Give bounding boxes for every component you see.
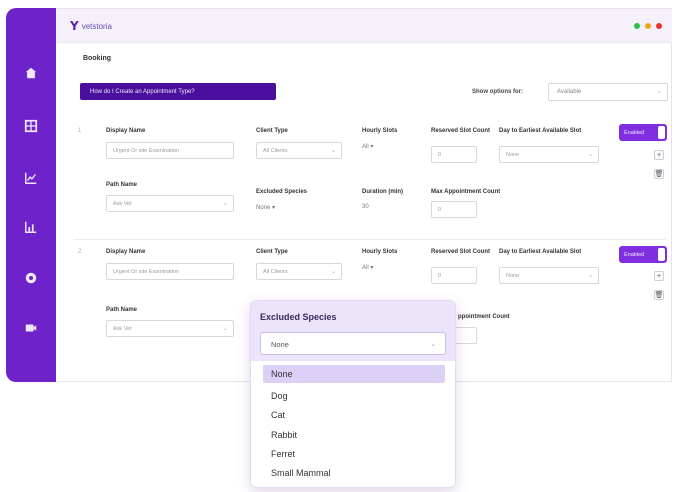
option-small-mammal[interactable]: Small Mammal	[263, 464, 443, 482]
client-type-label: Client Type	[256, 249, 288, 255]
delete-button[interactable]: 🗑	[654, 290, 664, 300]
option-cat[interactable]: Cat	[263, 406, 443, 424]
days-earliest-label: Day to Earliest Available Slot	[499, 249, 582, 255]
path-name-select[interactable]: Ask Vet ⌄	[106, 195, 234, 212]
dropdown-title: Excluded Species	[260, 312, 337, 322]
duration-label: Duration (min)	[362, 189, 403, 195]
toggle-knob	[658, 248, 665, 261]
row-number: 2	[78, 249, 82, 255]
show-options-label: Show options for:	[472, 89, 523, 95]
row-divider	[74, 239, 666, 240]
show-options-value: Available	[557, 89, 582, 95]
enabled-toggle[interactable]: Enabled	[619, 124, 667, 141]
red-dot[interactable]	[656, 23, 662, 29]
window-controls	[634, 23, 662, 29]
chevron-down-icon: ⌄	[222, 201, 228, 207]
client-type-select[interactable]: All Clients ⌄	[256, 263, 342, 280]
reserved-slot-label: Reserved Slot Count	[431, 128, 491, 134]
settings-icon[interactable]	[23, 270, 39, 286]
path-name-value: Ask Vet	[113, 326, 132, 332]
row-number: 1	[78, 128, 82, 134]
excluded-species-value[interactable]: None ▾	[256, 204, 275, 211]
max-appointment-label: Max Appointment Count	[431, 189, 501, 195]
hourly-slots-label: Hourly Slots	[362, 249, 398, 255]
grid-icon[interactable]	[23, 118, 39, 134]
max-appointment-label: ppointment Count	[458, 314, 510, 320]
chart-bar-icon[interactable]	[23, 219, 39, 235]
reserved-slot-input[interactable]: 0	[431, 146, 477, 163]
path-name-select[interactable]: Ask Vet ⌄	[106, 320, 234, 337]
excluded-species-dropdown: Excluded Species None ⌄ None Dog Cat Rab…	[250, 300, 456, 488]
client-type-value: All Clients	[263, 148, 288, 154]
client-type-label: Client Type	[256, 128, 288, 134]
logo-mark: Y	[70, 19, 79, 33]
yellow-dot[interactable]	[645, 23, 651, 29]
top-bar: Y vetstoria	[56, 9, 672, 43]
days-earliest-select[interactable]: None ⌄	[499, 267, 599, 284]
how-to-create-button[interactable]: How do I Create an Appointment Type?	[80, 83, 276, 100]
delete-button[interactable]: 🗑	[654, 169, 664, 179]
sidebar	[6, 8, 56, 382]
add-button[interactable]: +	[654, 150, 664, 160]
excluded-species-selected: None	[271, 340, 289, 349]
green-dot[interactable]	[634, 23, 640, 29]
option-none[interactable]: None	[263, 365, 445, 383]
display-name-input[interactable]: Urgent Or site Examination	[106, 142, 234, 159]
chevron-down-icon: ⌄	[430, 341, 436, 348]
path-name-label: Path Name	[106, 307, 138, 313]
show-options-select[interactable]: Available ⌄	[548, 83, 668, 101]
hourly-slots-label: Hourly Slots	[362, 128, 398, 134]
client-type-value: All Clients	[263, 269, 288, 275]
logo: Y vetstoria	[70, 19, 112, 33]
hourly-slots-value[interactable]: All ▾	[362, 264, 373, 271]
chevron-down-icon: ⌄	[330, 148, 336, 154]
path-name-value: Ask Vet	[113, 201, 132, 207]
chart-line-icon[interactable]	[23, 170, 39, 186]
duration-value[interactable]: 30	[362, 204, 369, 210]
option-rabbit[interactable]: Rabbit	[263, 426, 443, 444]
max-appointment-input[interactable]: 0	[431, 201, 477, 218]
chevron-down-icon: ⌄	[656, 89, 662, 95]
logo-text: vetstoria	[81, 21, 112, 31]
enabled-toggle[interactable]: Enabled	[619, 246, 667, 263]
client-type-select[interactable]: All Clients ⌄	[256, 142, 342, 159]
days-earliest-value: None	[506, 152, 520, 158]
enabled-label: Enabled	[624, 251, 645, 258]
chevron-down-icon: ⌄	[330, 269, 336, 275]
excluded-species-select[interactable]: None ⌄	[260, 332, 446, 355]
reserved-slot-label: Reserved Slot Count	[431, 249, 491, 255]
dropdown-header: Excluded Species None ⌄	[251, 301, 455, 361]
days-earliest-label: Day to Earliest Available Slot	[499, 128, 582, 134]
enabled-label: Enabled	[624, 129, 645, 136]
page-title: Booking	[83, 55, 111, 62]
path-name-label: Path Name	[106, 182, 138, 188]
chevron-down-icon: ⌄	[587, 152, 593, 158]
option-dog[interactable]: Dog	[263, 387, 443, 405]
add-button[interactable]: +	[654, 271, 664, 281]
chevron-down-icon: ⌄	[222, 326, 228, 332]
option-ferret[interactable]: Ferret	[263, 445, 443, 463]
chevron-down-icon: ⌄	[587, 273, 593, 279]
display-name-label: Display Name	[106, 128, 146, 134]
display-name-input[interactable]: Urgent Or site Examination	[106, 263, 234, 280]
days-earliest-select[interactable]: None ⌄	[499, 146, 599, 163]
video-icon[interactable]	[23, 320, 39, 336]
home-icon[interactable]	[23, 65, 39, 81]
excluded-species-label: Excluded Species	[256, 189, 308, 195]
days-earliest-value: None	[506, 273, 520, 279]
hourly-slots-value[interactable]: All ▾	[362, 143, 373, 150]
reserved-slot-input[interactable]: 0	[431, 267, 477, 284]
display-name-label: Display Name	[106, 249, 146, 255]
toggle-knob	[658, 126, 665, 139]
